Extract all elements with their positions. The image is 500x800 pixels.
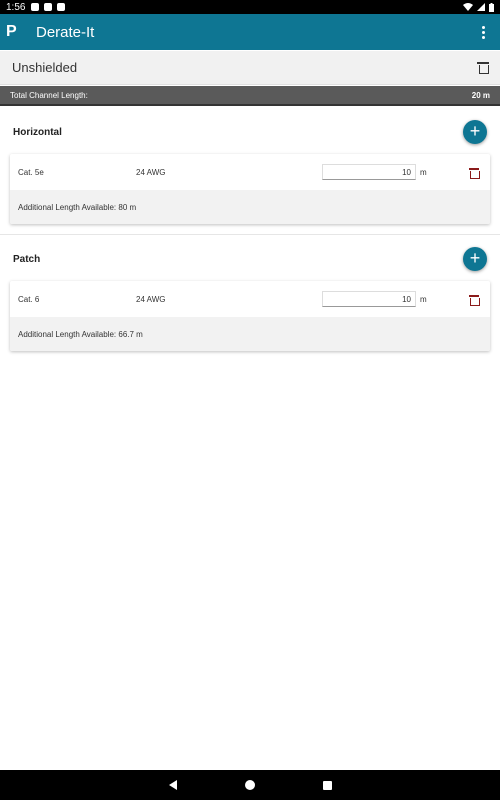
navigation-bar <box>0 770 500 800</box>
section-horizontal: Horizontal + Cat. 5e 24 AWG m Additional… <box>0 110 500 235</box>
cable-row: Cat. 5e 24 AWG m <box>10 154 490 190</box>
wifi-icon <box>463 3 473 11</box>
status-bar: 1:56 <box>0 0 500 14</box>
app-logo: P <box>6 23 17 40</box>
length-unit: m <box>420 294 427 304</box>
configuration-title: Unshielded <box>12 60 78 75</box>
length-unit: m <box>420 167 427 177</box>
cable-row: Cat. 6 24 AWG m <box>10 281 490 317</box>
sd-card-icon <box>44 3 53 11</box>
configuration-header: Unshielded <box>0 51 500 85</box>
system-icons <box>463 2 494 12</box>
length-input[interactable] <box>322 164 416 180</box>
notification-icon <box>57 3 66 11</box>
total-channel-bar: Total Channel Length: 20 m <box>0 86 500 106</box>
cable-category[interactable]: Cat. 5e <box>18 168 136 177</box>
battery-icon <box>489 2 494 12</box>
cable-card: Cat. 6 24 AWG m Additional Length Availa… <box>10 281 490 351</box>
delete-cable-icon[interactable] <box>469 167 480 179</box>
section-header: Horizontal + <box>0 110 500 154</box>
total-channel-value: 20 m <box>471 90 490 100</box>
section-title: Horizontal <box>13 126 62 138</box>
cable-category[interactable]: Cat. 6 <box>18 295 136 304</box>
add-cable-button[interactable]: + <box>463 120 487 144</box>
app-bar: P Derate-It <box>0 14 500 50</box>
section-patch: Patch + Cat. 6 24 AWG m Additional Lengt… <box>0 237 500 351</box>
section-header: Patch + <box>0 237 500 281</box>
additional-length: Additional Length Available: 66.7 m <box>10 317 490 351</box>
more-vert-icon[interactable] <box>478 25 488 39</box>
trash-icon[interactable] <box>477 61 489 74</box>
additional-length: Additional Length Available: 80 m <box>10 190 490 224</box>
status-time: 1:56 <box>6 1 26 13</box>
section-title: Patch <box>13 253 41 265</box>
add-cable-button[interactable]: + <box>463 247 487 271</box>
back-icon[interactable] <box>168 780 177 790</box>
home-icon[interactable] <box>244 780 255 790</box>
cable-gauge[interactable]: 24 AWG <box>136 168 322 177</box>
notification-icon <box>31 3 40 11</box>
signal-icon <box>477 3 485 11</box>
recents-icon[interactable] <box>322 780 332 790</box>
app-title: Derate-It <box>36 23 95 41</box>
cable-gauge[interactable]: 24 AWG <box>136 295 322 304</box>
length-input[interactable] <box>322 291 416 307</box>
total-channel-label: Total Channel Length: <box>10 90 88 100</box>
notification-icons <box>31 3 66 11</box>
section-divider <box>0 234 500 235</box>
delete-cable-icon[interactable] <box>469 294 480 306</box>
cable-card: Cat. 5e 24 AWG m Additional Length Avail… <box>10 154 490 224</box>
